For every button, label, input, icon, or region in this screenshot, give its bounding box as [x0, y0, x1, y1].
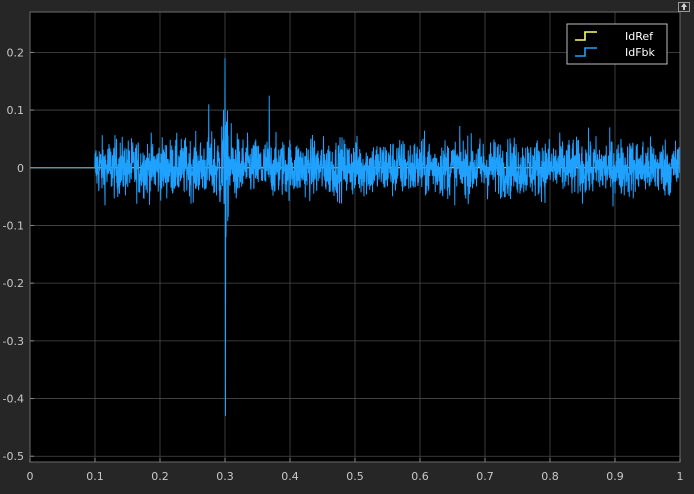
- y-tick-label: 0.2: [7, 46, 25, 59]
- y-tick-label: -0.1: [3, 219, 24, 232]
- y-tick-label: -0.5: [3, 450, 24, 463]
- legend-label: IdFbk: [625, 46, 656, 59]
- x-tick-label: 0.4: [281, 470, 299, 483]
- x-tick-label: 0.9: [606, 470, 624, 483]
- x-tick-label: 0.1: [86, 470, 104, 483]
- y-tick-labels: 0.2 0.1 0 -0.1 -0.2 -0.3 -0.4 -0.5: [3, 46, 34, 463]
- x-tick-label: 0.8: [541, 470, 559, 483]
- y-tick-label: 0: [17, 162, 24, 175]
- undock-button[interactable]: [678, 2, 690, 12]
- y-tick-label: -0.4: [3, 393, 24, 406]
- y-tick-label: -0.3: [3, 335, 24, 348]
- x-tick-label: 0: [27, 470, 34, 483]
- x-tick-label: 0.7: [476, 470, 494, 483]
- x-tick-label: 0.5: [346, 470, 364, 483]
- legend-label: IdRef: [625, 30, 654, 43]
- x-tick-label: 0.3: [216, 470, 234, 483]
- x-tick-label: 0.6: [411, 470, 429, 483]
- y-tick-label: -0.2: [3, 277, 24, 290]
- scope-plot: 0 0.1 0.2 0.3 0.4 0.5 0.6 0.7 0.8 0.9 1 0.20.10-0.…: [3, 11, 684, 483]
- x-tick-label: 0.2: [151, 470, 169, 483]
- arrow-stem-icon: [683, 6, 685, 10]
- scope-window: 0 0.1 0.2 0.3 0.4 0.5 0.6 0.7 0.8 0.9 1 0.2 0.1 0 -0.…: [0, 0, 694, 494]
- x-tick-label: 1: [677, 470, 684, 483]
- y-tick-label: 0.1: [7, 104, 25, 117]
- legend[interactable]: IdRef IdFbk: [566, 23, 668, 65]
